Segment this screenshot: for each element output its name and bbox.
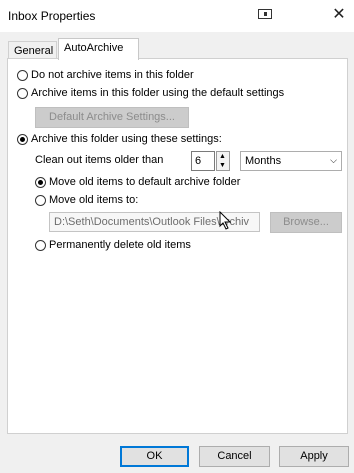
label-permanently-delete: Permanently delete old items: [49, 239, 191, 251]
label-move-default: Move old items to default archive folder: [49, 176, 241, 188]
radio-permanently-delete[interactable]: [35, 240, 46, 251]
radio-do-not-archive[interactable]: [17, 70, 28, 81]
tab-general[interactable]: General: [8, 41, 57, 59]
label-archive-default: Archive items in this folder using the d…: [31, 87, 285, 99]
autoarchive-panel: Do not archive items in this folder Arch…: [7, 58, 348, 434]
radio-move-default[interactable]: [35, 177, 46, 188]
age-spinner-input[interactable]: 6: [191, 151, 215, 171]
close-icon[interactable]: ✕: [329, 5, 349, 25]
age-unit-value: Months: [245, 155, 282, 167]
age-spinner[interactable]: ▲ ▼: [216, 151, 230, 171]
cancel-button[interactable]: Cancel: [199, 446, 270, 467]
label-move-to: Move old items to:: [49, 194, 139, 206]
radio-archive-default[interactable]: [17, 88, 28, 99]
window-menu-icon[interactable]: [258, 9, 272, 19]
title-bar: Inbox Properties ✕: [0, 0, 354, 32]
label-archive-custom: Archive this folder using these settings…: [31, 133, 222, 145]
window-title: Inbox Properties: [8, 9, 96, 23]
radio-move-to[interactable]: [35, 195, 46, 206]
spin-up-icon[interactable]: ▲: [219, 152, 226, 161]
age-unit-select[interactable]: Months ⌵: [240, 151, 342, 171]
ok-button[interactable]: OK: [120, 446, 189, 467]
spin-down-icon[interactable]: ▼: [219, 161, 226, 170]
browse-button[interactable]: Browse...: [270, 212, 342, 233]
label-clean-out: Clean out items older than: [35, 154, 164, 166]
apply-button[interactable]: Apply: [279, 446, 349, 467]
label-do-not-archive: Do not archive items in this folder: [31, 69, 194, 81]
radio-archive-custom[interactable]: [17, 134, 28, 145]
mouse-cursor-icon: [219, 211, 232, 230]
chevron-down-icon: ⌵: [330, 155, 337, 165]
default-archive-settings-button[interactable]: Default Archive Settings...: [35, 107, 189, 128]
age-value: 6: [195, 155, 202, 167]
tab-autoarchive[interactable]: AutoArchive: [58, 38, 139, 60]
